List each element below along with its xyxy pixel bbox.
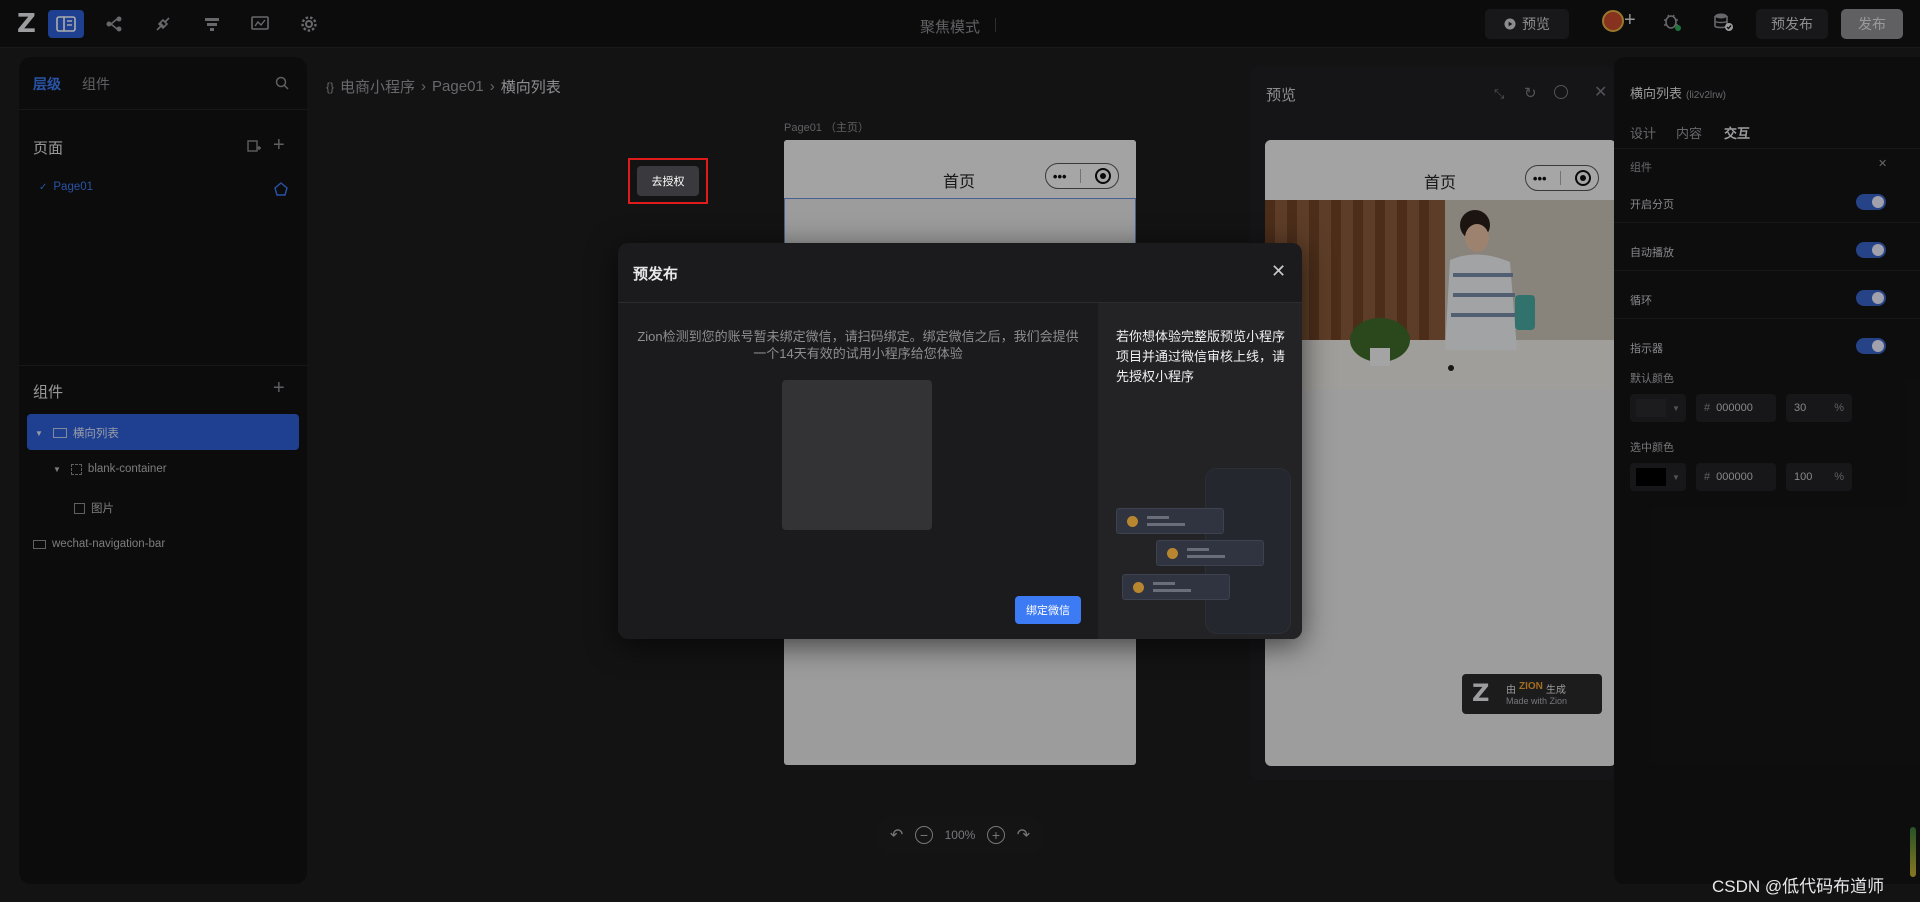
authorize-message: 若你想体验完整版预览小程序项目并通过微信审核上线，请先授权小程序: [1116, 329, 1286, 384]
prepublish-modal: 预发布 ✕ Zion检测到您的账号暂未绑定微信，请扫码绑定。绑定微信之后，我们会…: [618, 243, 1302, 639]
modal-close-icon[interactable]: ✕: [1271, 261, 1286, 282]
illustration-card: [1122, 574, 1230, 600]
illustration-card: [1116, 508, 1224, 534]
modal-title: 预发布: [633, 266, 679, 283]
modal-authorize-panel: 若你想体验完整版预览小程序项目并通过微信审核上线，请先授权小程序: [1098, 303, 1302, 639]
authorize-button[interactable]: 去授权: [637, 166, 699, 196]
bind-wechat-button[interactable]: 绑定微信: [1015, 596, 1081, 624]
illustration-card: [1156, 540, 1264, 566]
qr-code-placeholder: [782, 380, 932, 530]
watermark: CSDN @低代码布道师: [1712, 877, 1885, 896]
modal-header: 预发布 ✕: [618, 243, 1302, 303]
modal-message: Zion检测到您的账号暂未绑定微信，请扫码绑定。绑定微信之后，我们会提供一个14…: [637, 329, 1079, 361]
